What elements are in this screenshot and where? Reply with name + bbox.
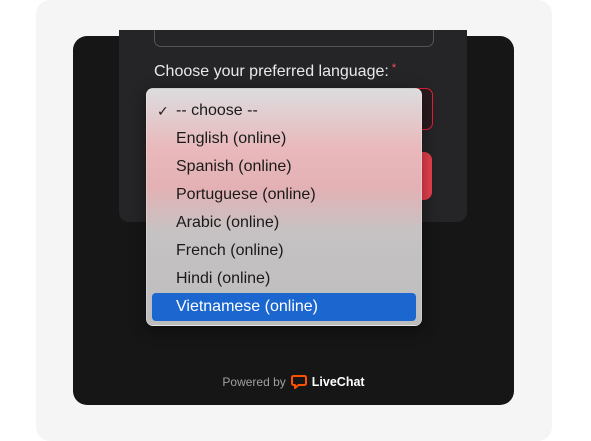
dropdown-option-hindi[interactable]: Hindi (online) xyxy=(147,265,421,293)
dropdown-option-english[interactable]: English (online) xyxy=(147,125,421,153)
required-marker: * xyxy=(391,62,397,74)
option-label: Portuguese (online) xyxy=(176,186,316,203)
option-label: Vietnamese (online) xyxy=(176,298,319,315)
option-label: Arabic (online) xyxy=(176,214,280,231)
option-label: Hindi (online) xyxy=(176,270,271,287)
livechat-brand-name: LiveChat xyxy=(311,375,365,389)
language-field-label: Choose your preferred language: * xyxy=(154,62,396,81)
language-label-text: Choose your preferred language: xyxy=(154,63,389,80)
language-dropdown-menu[interactable]: ✓ -- choose -- English (online) Spanish (… xyxy=(146,88,422,326)
option-label: -- choose -- xyxy=(176,102,258,119)
dropdown-option-vietnamese[interactable]: Vietnamese (online) xyxy=(152,293,416,321)
dropdown-option-french[interactable]: French (online) xyxy=(147,237,421,265)
powered-by-text: Powered by xyxy=(222,375,286,389)
livechat-logo-icon xyxy=(290,375,307,389)
option-label: French (online) xyxy=(176,242,284,259)
dropdown-option-portuguese[interactable]: Portuguese (online) xyxy=(147,181,421,209)
option-label: English (online) xyxy=(176,130,287,147)
dropdown-option-arabic[interactable]: Arabic (online) xyxy=(147,209,421,237)
option-label: Spanish (online) xyxy=(176,158,292,175)
dropdown-option-spanish[interactable]: Spanish (online) xyxy=(147,153,421,181)
previous-input-field[interactable] xyxy=(154,30,434,47)
checkmark-icon: ✓ xyxy=(157,103,169,119)
dropdown-option-choose[interactable]: ✓ -- choose -- xyxy=(147,97,421,125)
powered-by-footer[interactable]: Powered by LiveChat xyxy=(73,372,514,392)
